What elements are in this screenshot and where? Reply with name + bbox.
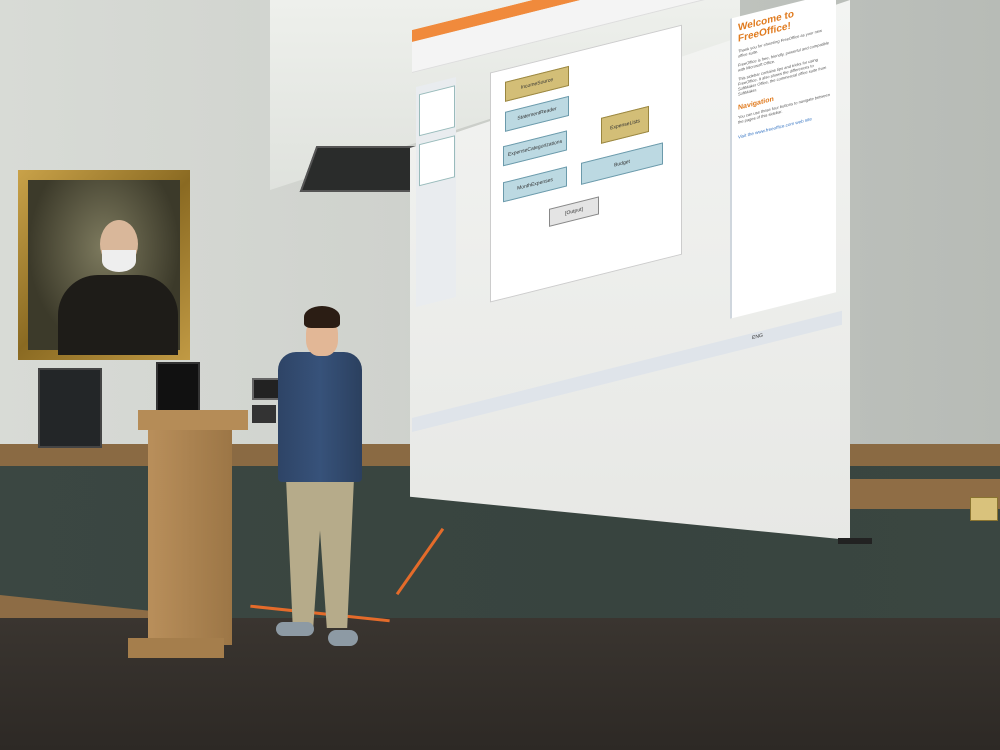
- podium-top: [138, 410, 248, 430]
- presenter-hair: [304, 306, 340, 328]
- diagram-box: MonthExpenses: [503, 166, 567, 203]
- presenter-shoe: [276, 622, 314, 636]
- diagram-box: StatementReader: [505, 95, 569, 132]
- presenter-pants: [286, 478, 354, 628]
- portrait-painting: [28, 180, 180, 355]
- presenter-shoe: [328, 630, 358, 646]
- wall-outlet: [970, 497, 998, 521]
- diagram-box: IncomeSource: [505, 65, 569, 102]
- portrait-coat: [58, 275, 178, 355]
- portrait-frame: [18, 170, 190, 360]
- slide-thumbnail: [419, 135, 455, 187]
- diagram-box: ExpenseCategorizations: [503, 130, 567, 167]
- slide-thumbnails: [416, 77, 456, 308]
- portrait-beard: [102, 250, 136, 272]
- presenter-shirt: [278, 352, 362, 482]
- current-slide: IncomeSource StatementReader ExpenseCate…: [490, 24, 682, 303]
- diagram-box: ExpenseLists: [601, 105, 649, 144]
- welcome-sidebar: Welcome to FreeOffice! Thank you for cho…: [730, 0, 836, 319]
- slide-thumbnail: [419, 85, 455, 137]
- audio-speaker: [38, 368, 102, 448]
- diagram-box: [Output]: [549, 196, 599, 227]
- screen-bottom-bar: [838, 538, 872, 544]
- podium: [128, 410, 248, 658]
- podium-body: [148, 430, 232, 645]
- diagram-box: Budget: [581, 142, 663, 185]
- presenter: [270, 300, 370, 650]
- language-indicator: ENG: [752, 332, 763, 342]
- lecture-room-photo: IncomeSource StatementReader ExpenseCate…: [0, 0, 1000, 750]
- podium-base: [128, 638, 224, 658]
